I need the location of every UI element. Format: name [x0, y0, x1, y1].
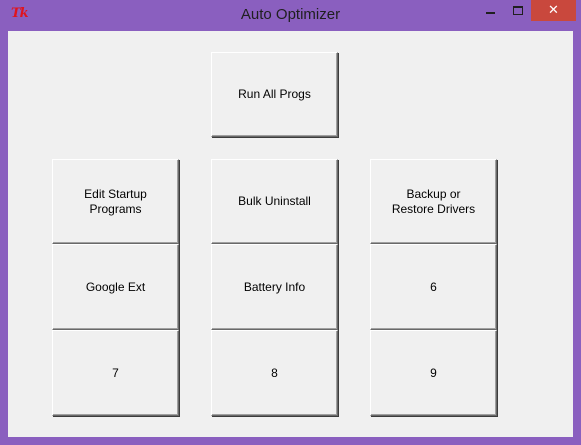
close-icon: ✕: [548, 3, 559, 18]
maximize-icon: [512, 6, 523, 15]
google-ext-button[interactable]: Google Ext: [52, 244, 179, 330]
button-7[interactable]: 7: [52, 330, 179, 416]
battery-info-button[interactable]: Battery Info: [211, 244, 338, 330]
button-8[interactable]: 8: [211, 330, 338, 416]
close-button[interactable]: ✕: [531, 0, 576, 21]
minimize-button[interactable]: [477, 0, 504, 21]
button-6[interactable]: 6: [370, 244, 497, 330]
edit-startup-programs-button[interactable]: Edit Startup Programs: [52, 159, 179, 244]
main-panel: Run All Progs Edit Startup Programs Bulk…: [8, 31, 573, 437]
backup-restore-drivers-button[interactable]: Backup or Restore Drivers: [370, 159, 497, 244]
title-bar[interactable]: Tk Auto Optimizer ✕: [0, 0, 581, 31]
maximize-button[interactable]: [504, 0, 531, 21]
bulk-uninstall-button[interactable]: Bulk Uninstall: [211, 159, 338, 244]
minimize-icon: [486, 12, 495, 14]
app-window: Tk Auto Optimizer ✕ Run All Progs Edit S…: [0, 0, 581, 445]
button-9[interactable]: 9: [370, 330, 497, 416]
run-all-progs-button[interactable]: Run All Progs: [211, 52, 338, 137]
